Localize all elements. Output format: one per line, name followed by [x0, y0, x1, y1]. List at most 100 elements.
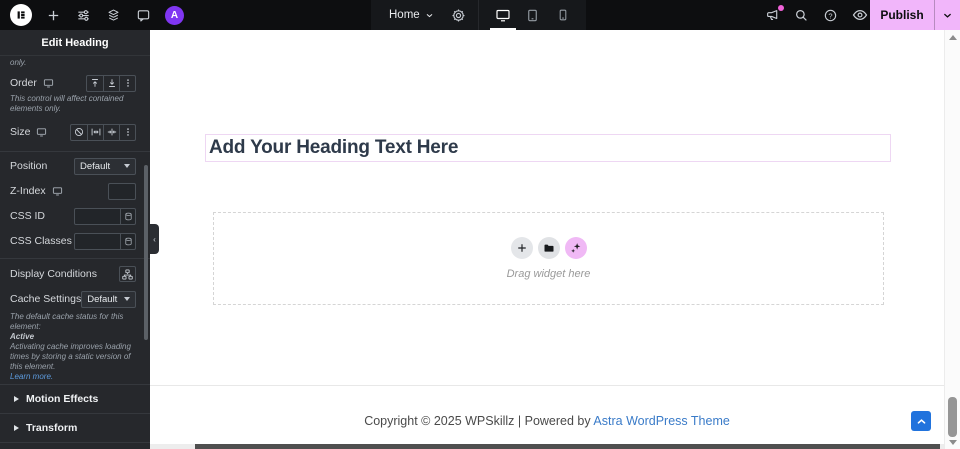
dropzone-buttons	[510, 237, 587, 259]
heading-text[interactable]: Add Your Heading Text Here	[206, 137, 458, 159]
dynamic-tags-icon[interactable]	[120, 208, 135, 224]
whats-new-button[interactable]	[764, 4, 784, 24]
preview-canvas: Add Your Heading Text Here Drag widget h…	[150, 30, 944, 444]
sliders-icon	[76, 8, 91, 23]
zindex-label-group: Z-Index	[10, 185, 63, 197]
align-start-icon	[90, 78, 100, 88]
horizontal-scrollbar-thumb[interactable]	[195, 444, 940, 449]
order-last-button[interactable]	[103, 75, 119, 91]
order-hint-text: This control will affect contained eleme…	[10, 94, 124, 113]
section-transform[interactable]: Transform	[0, 413, 150, 443]
position-label: Position	[10, 160, 48, 172]
publish-options-button[interactable]	[934, 0, 960, 30]
edit-heading-panel: Edit Heading only. Order This control wi…	[0, 30, 150, 449]
position-select[interactable]: Default	[74, 157, 136, 175]
responsive-monitor-icon[interactable]	[52, 186, 63, 197]
vertical-scrollbar-thumb[interactable]	[948, 397, 957, 437]
responsive-monitor-icon[interactable]	[36, 127, 47, 138]
theme-link[interactable]: Astra WordPress Theme	[593, 414, 729, 428]
panel-collapse-handle[interactable]: ‹	[150, 224, 159, 254]
elementor-logo-icon	[13, 7, 29, 23]
size-none-button[interactable]	[71, 125, 87, 140]
eye-icon	[852, 7, 868, 23]
cache-settings-row: Cache Settings Default	[10, 290, 136, 308]
panel-divider	[0, 151, 150, 152]
add-element-button[interactable]	[45, 7, 62, 24]
topbar-divider	[477, 0, 479, 30]
size-options-group	[70, 123, 136, 141]
copyright-line: Copyright © 2025 WPSkillz | Powered by A…	[150, 414, 944, 428]
preview-button[interactable]	[851, 7, 868, 24]
panel-scrollbar-thumb[interactable]	[144, 165, 148, 340]
templates-button[interactable]	[537, 237, 560, 259]
ellipsis-vertical-icon	[123, 127, 133, 137]
add-widget-button[interactable]	[510, 237, 533, 259]
size-grow-button[interactable]	[103, 124, 119, 140]
structure-button[interactable]	[105, 7, 122, 24]
site-settings-button[interactable]	[75, 7, 92, 24]
order-first-button[interactable]	[87, 76, 103, 91]
dynamic-tags-icon[interactable]	[120, 233, 135, 249]
topbar-right-group: ?	[764, 0, 868, 30]
cache-hint-intro: The default cache status for this elemen…	[10, 312, 124, 331]
responsive-monitor-icon[interactable]	[43, 78, 54, 89]
avatar-letter: A	[170, 9, 179, 21]
section-motion-effects[interactable]: Motion Effects	[0, 384, 150, 413]
display-conditions-row: Display Conditions	[10, 265, 136, 283]
css-id-label: CSS ID	[10, 210, 46, 222]
size-fit-button[interactable]	[87, 124, 103, 140]
ai-button[interactable]	[564, 237, 587, 259]
fit-width-icon	[91, 127, 101, 137]
scroll-to-top-button[interactable]	[911, 411, 931, 431]
scrollbar-down-arrow[interactable]	[949, 440, 957, 445]
css-classes-input[interactable]	[75, 233, 120, 249]
folder-icon	[543, 242, 555, 254]
zindex-label: Z-Index	[10, 185, 46, 197]
device-tablet-button[interactable]	[518, 0, 548, 30]
order-custom-button[interactable]	[119, 75, 135, 91]
zindex-control-row: Z-Index	[10, 182, 136, 200]
help-button[interactable]: ?	[822, 7, 839, 24]
css-id-control-row: CSS ID	[10, 207, 136, 225]
copyright-text: Copyright © 2025 WPSkillz | Powered by	[364, 414, 594, 428]
tablet-icon	[525, 8, 540, 23]
chevron-down-icon	[425, 11, 434, 20]
selected-heading-widget[interactable]: Add Your Heading Text Here	[205, 134, 891, 162]
order-label-group: Order	[10, 77, 54, 89]
publish-button[interactable]: Publish	[870, 0, 934, 30]
scrollbar-up-arrow[interactable]	[949, 35, 957, 40]
elementor-logo-menu[interactable]	[10, 4, 32, 26]
size-custom-button[interactable]	[119, 124, 135, 140]
panel-divider	[0, 258, 150, 259]
plus-icon	[517, 243, 527, 253]
position-control-row: Position Default	[10, 157, 136, 175]
css-id-input[interactable]	[75, 208, 120, 224]
device-mobile-button[interactable]	[548, 0, 578, 30]
document-switcher[interactable]: Home	[389, 9, 434, 21]
search-icon	[794, 8, 809, 23]
size-control-row: Size	[10, 123, 136, 141]
cache-settings-select[interactable]: Default	[81, 290, 136, 308]
finder-search-button[interactable]	[793, 7, 810, 24]
notes-button[interactable]	[135, 7, 152, 24]
vertical-scrollbar[interactable]	[944, 30, 960, 449]
align-end-icon	[107, 78, 117, 88]
notification-dot	[778, 4, 784, 11]
horizontal-scrollbar[interactable]	[150, 444, 944, 449]
size-label: Size	[10, 126, 31, 138]
order-options-group	[86, 74, 136, 92]
sparkles-icon	[570, 242, 582, 254]
zindex-input[interactable]	[109, 183, 135, 199]
layers-icon	[106, 8, 121, 23]
page-settings-button[interactable]	[450, 7, 467, 24]
user-avatar[interactable]: A	[165, 5, 184, 25]
document-title: Home	[389, 9, 420, 21]
panel-title: Edit Heading	[0, 30, 150, 56]
display-conditions-button[interactable]	[119, 266, 136, 282]
device-desktop-button[interactable]	[488, 0, 518, 30]
publish-label: Publish	[880, 8, 924, 22]
learn-more-link[interactable]: Learn more.	[10, 372, 53, 381]
empty-container-dropzone[interactable]: Drag widget here	[213, 212, 884, 305]
css-classes-control-row: CSS Classes	[10, 232, 136, 250]
motion-effects-label: Motion Effects	[26, 393, 99, 405]
